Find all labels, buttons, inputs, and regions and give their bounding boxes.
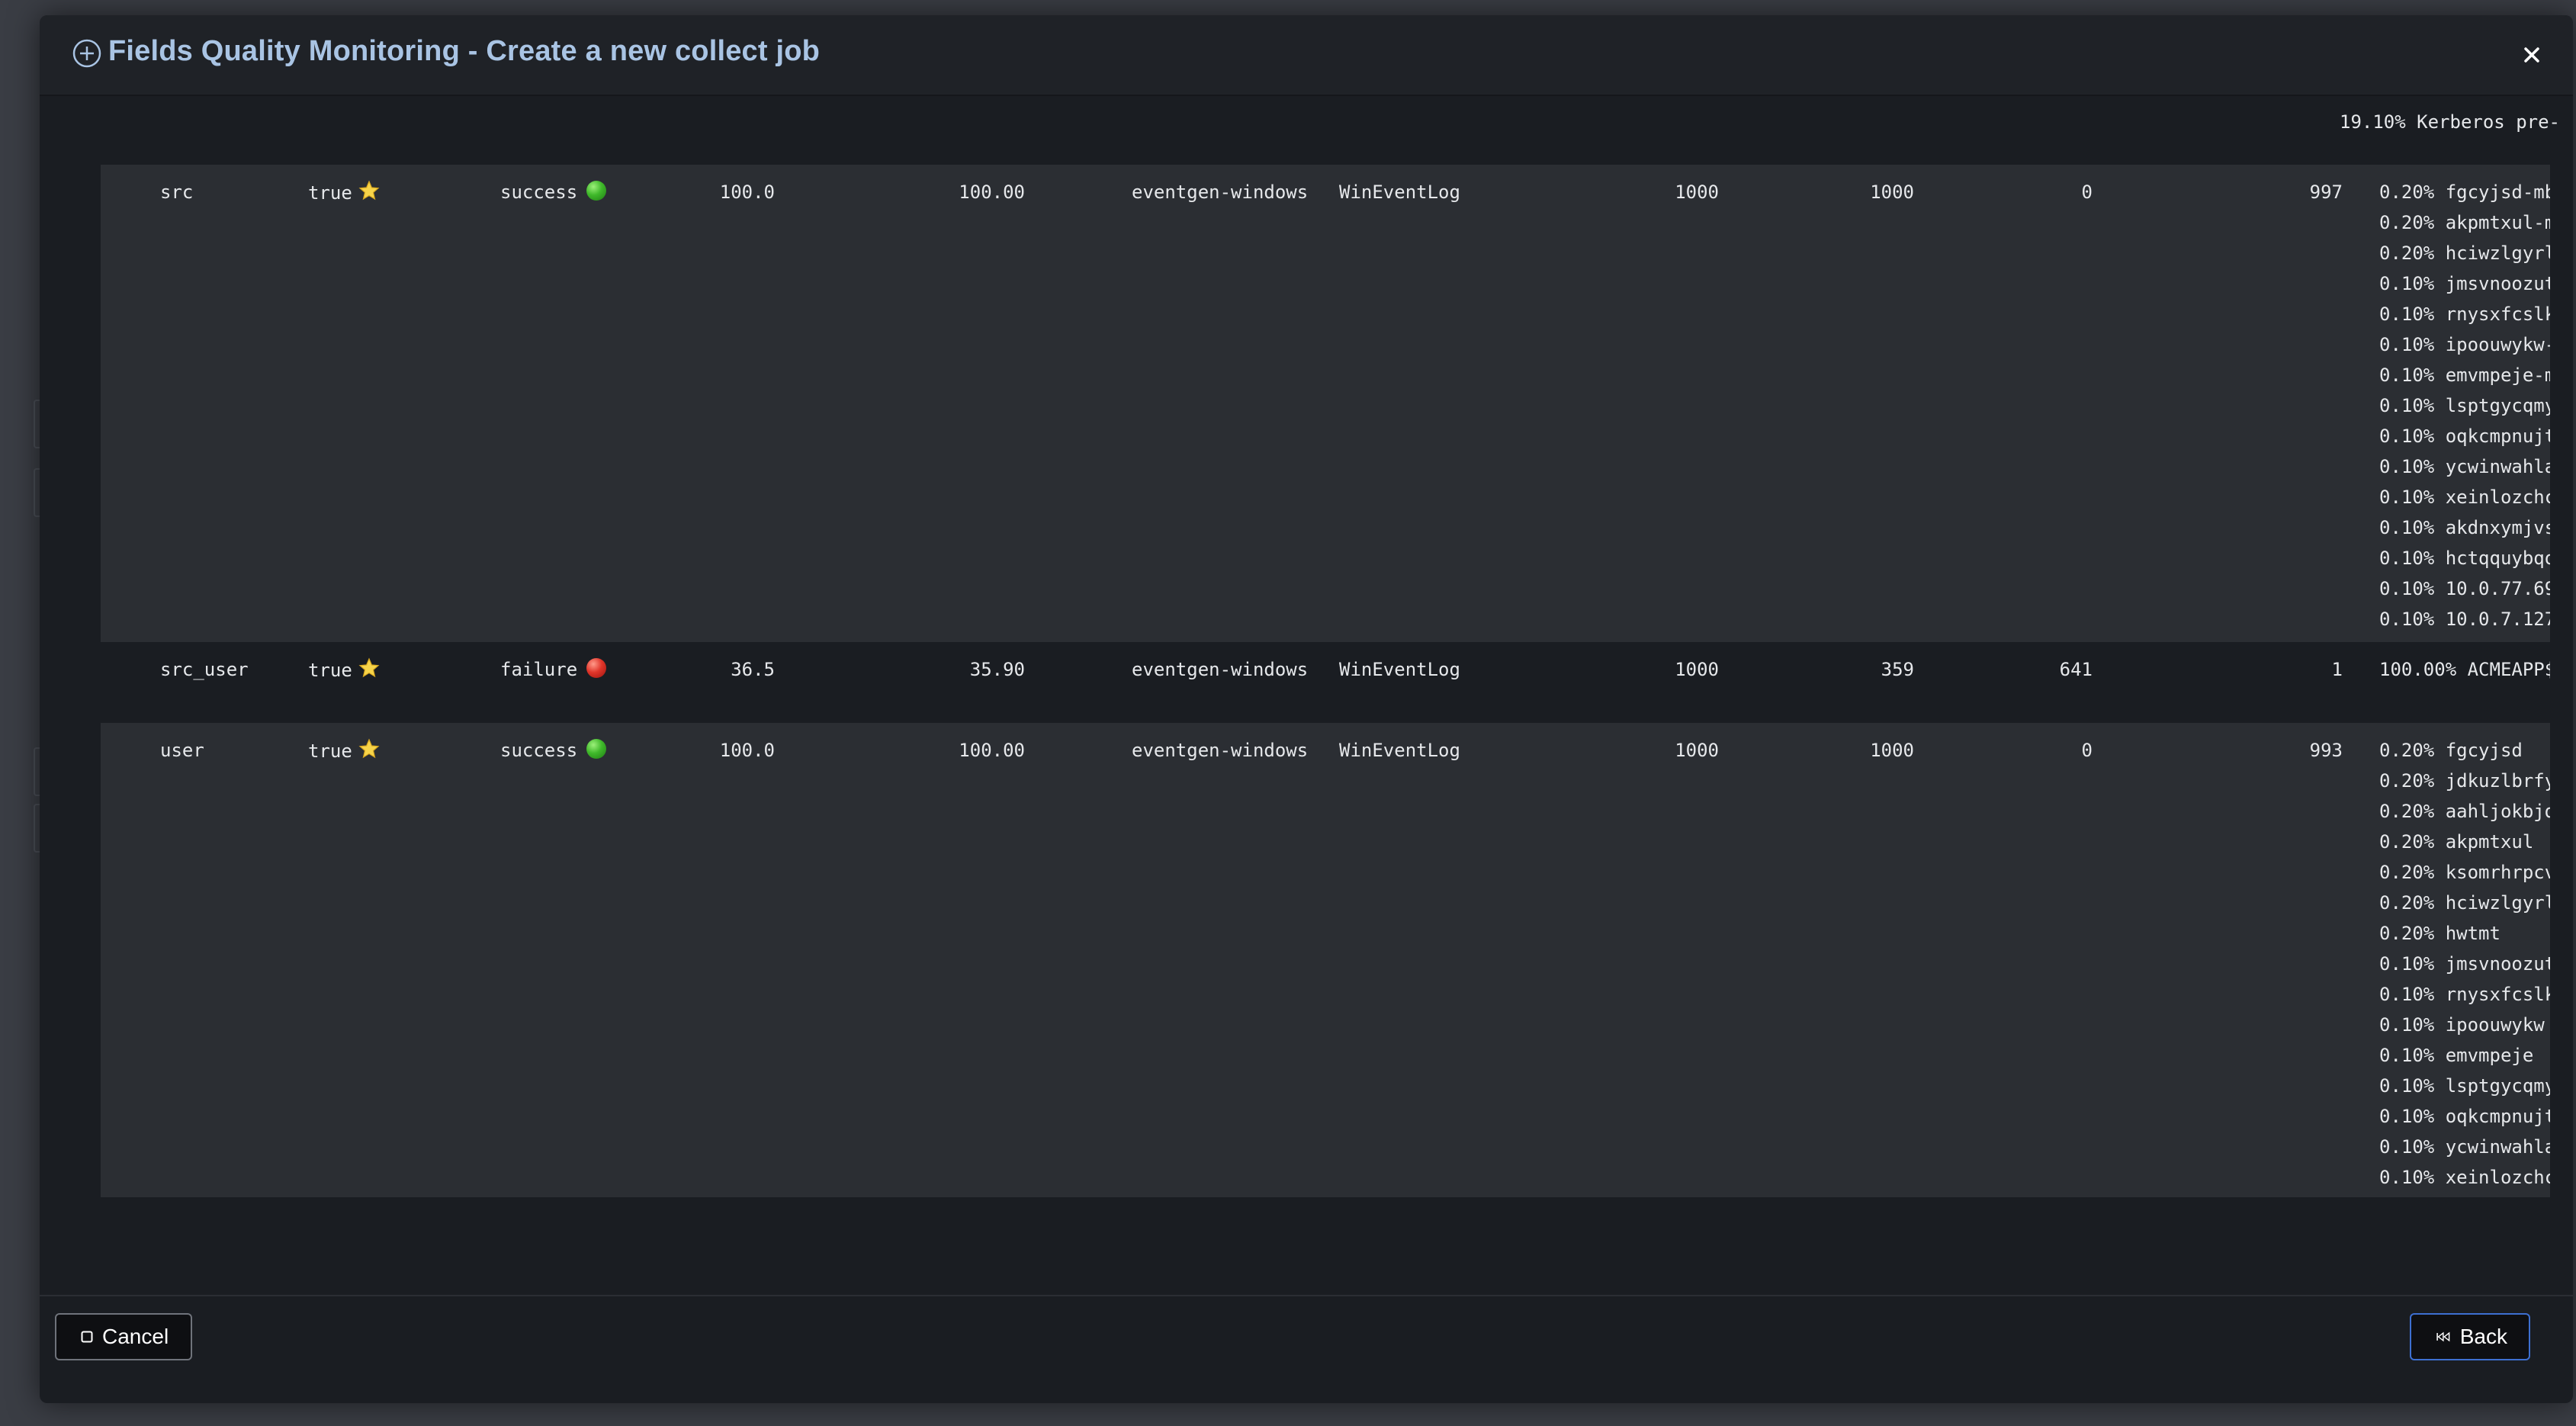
distinct-text: 993 <box>2309 740 2343 761</box>
cell-pct-b: 100.00 <box>720 738 1025 763</box>
pct-b-text: 35.90 <box>969 659 1025 680</box>
cell-recommended: true <box>308 738 380 763</box>
rewind-icon <box>2436 1331 2450 1342</box>
distinct-text: 997 <box>2309 181 2343 203</box>
top-value-item: 0.10% jmsvnoozuthzfw <box>2379 273 2550 294</box>
cell-field: user <box>160 738 204 763</box>
table-row: user true success 100.0 100.00 eventgen-windo… <box>101 723 2550 1197</box>
top-value-item: 0.10% 10.0.77.69 <box>2379 578 2550 599</box>
top-value-item: 0.20% fgcyjsd <box>2379 740 2523 761</box>
star-icon <box>358 180 380 201</box>
cell-recommended: true <box>308 180 380 205</box>
top-value-item: 0.10% rnysxfcslkr <box>2379 984 2550 1005</box>
table-row: src true success 100.0 100.00 eventgen-window… <box>101 165 2550 642</box>
cell-recommended: true <box>308 657 380 682</box>
top-value-item: 0.20% akpmtxul <box>2379 831 2534 853</box>
pct-b-text: 100.00 <box>959 181 1025 203</box>
close-icon[interactable] <box>2520 43 2544 67</box>
recommended-text: true <box>308 660 352 681</box>
top-value-item: 0.10% lsptgycqmypqcc <box>2379 1075 2550 1097</box>
cell-distinct: 993 <box>2038 738 2343 763</box>
top-value-item: 0.10% emvmpeje-mbpr1 <box>2379 365 2550 386</box>
index-text: eventgen-windows <box>1132 740 1309 761</box>
top-value-item: 0.20% aahljokbjdtad <box>2379 801 2550 822</box>
plus-circle-icon <box>72 39 101 68</box>
top-values-list: 100.00% ACMEAPP$ <box>2379 654 2550 685</box>
field-text: user <box>160 740 204 761</box>
cell-field: src <box>160 180 193 204</box>
modal-title: Fields Quality Monitoring - Create a new… <box>108 35 821 67</box>
top-value-item: 0.10% rnysxfcslkr-mb <box>2379 304 2550 325</box>
index-text: eventgen-windows <box>1132 181 1309 203</box>
top-value-item: 100.00% ACMEAPP$ <box>2379 659 2550 680</box>
partial-value-line: 19.10% Kerberos pre- <box>2340 111 2560 133</box>
recommended-text: true <box>308 740 352 762</box>
modal-header: Fields Quality Monitoring - Create a new… <box>40 15 2573 96</box>
cancel-button[interactable]: Cancel <box>55 1313 192 1360</box>
top-value-item: 0.20% hciwzlgyrlfjv- <box>2379 242 2550 264</box>
top-value-item: 0.10% oqkcmpnujt-mbp <box>2379 426 2550 447</box>
results-table: 19.10% Kerberos pre- src true success 100.0… <box>40 95 2573 1312</box>
top-value-item: 0.20% akpmtxul-mbpr1 <box>2379 212 2550 233</box>
field-text: src_user <box>160 659 249 680</box>
distinct-text: 1 <box>2331 659 2343 680</box>
top-value-item: 0.10% ycwinwahlah <box>2379 1136 2550 1158</box>
top-value-item: 0.20% jdkuzlbrfycu <box>2379 770 2550 792</box>
top-value-item: 0.20% ksomrhrpcvjpz <box>2379 862 2550 883</box>
top-values-list: 0.20% fgcyjsd 0.20% jdkuzlbrfycu 0.20% aah… <box>2379 735 2550 1193</box>
top-value-item: 0.10% xeinlozchcm <box>2379 1167 2550 1188</box>
top-value-item: 0.10% oqkcmpnujt <box>2379 1106 2550 1127</box>
top-value-item: 0.10% xeinlozchcm-mb <box>2379 487 2550 508</box>
top-value-item: 0.10% akdnxymjvs-mbp <box>2379 517 2550 538</box>
modal-footer: Cancel Back <box>40 1295 2573 1403</box>
cell-pct-b: 35.90 <box>720 657 1025 682</box>
stop-icon <box>81 1331 93 1343</box>
star-icon <box>358 657 380 678</box>
top-value-item: 0.10% 10.0.7.127 <box>2379 609 2550 630</box>
top-value-item: 0.20% hwtmt <box>2379 923 2501 944</box>
recommended-text: true <box>308 182 352 204</box>
cell-distinct: 997 <box>2038 180 2343 204</box>
top-value-item: 0.10% ipoouwykw-mbpr <box>2379 334 2550 355</box>
cancel-label: Cancel <box>102 1325 169 1348</box>
field-text: src <box>160 181 194 203</box>
top-value-item: 0.10% lsptgycqmypqcc <box>2379 395 2550 416</box>
top-value-item: 0.10% ycwinwahlah-mb <box>2379 456 2550 477</box>
index-text: eventgen-windows <box>1132 659 1309 680</box>
cell-distinct: 1 <box>2038 657 2343 682</box>
top-value-item: 0.10% jmsvnoozuthzfw <box>2379 953 2550 975</box>
top-value-item: 0.20% fgcyjsd-mbpr15 <box>2379 181 2550 203</box>
cell-index: eventgen-windows <box>1132 738 1308 763</box>
table-row: src_user true failure 36.5 35.90 eventgen-win… <box>101 642 2550 723</box>
pct-b-text: 100.00 <box>959 740 1025 761</box>
top-value-item: 0.10% hctqquybqokv-m <box>2379 548 2550 569</box>
cell-index: eventgen-windows <box>1132 657 1308 682</box>
star-icon <box>358 738 380 759</box>
top-value-item: 0.20% hciwzlgyrlfjv <box>2379 892 2550 914</box>
top-value-item: 0.10% emvmpeje <box>2379 1045 2534 1066</box>
back-label: Back <box>2459 1325 2507 1348</box>
cell-pct-b: 100.00 <box>720 180 1025 204</box>
cell-field: src_user <box>160 657 249 682</box>
cell-index: eventgen-windows <box>1132 180 1308 204</box>
top-value-item: 0.10% ipoouwykw <box>2379 1014 2545 1036</box>
top-values-list: 0.20% fgcyjsd-mbpr15 0.20% akpmtxul-mbpr1… <box>2379 177 2550 634</box>
collect-job-modal: Fields Quality Monitoring - Create a new… <box>40 15 2573 1403</box>
back-button[interactable]: Back <box>2410 1313 2530 1360</box>
